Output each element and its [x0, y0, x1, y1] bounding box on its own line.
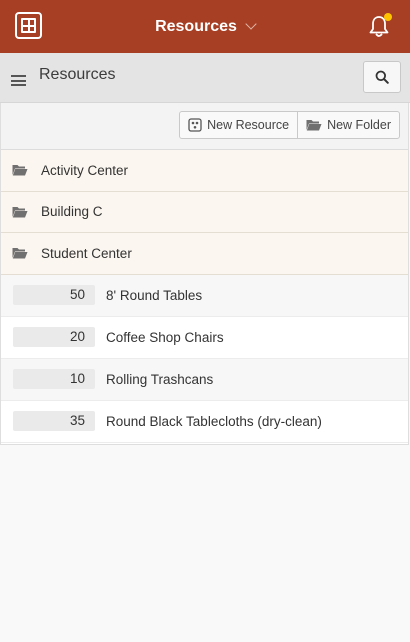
folder-label: Activity Center: [41, 162, 129, 178]
header-title: Resources: [155, 17, 237, 35]
grid-icon: [21, 18, 36, 33]
section-switcher[interactable]: Resources: [155, 17, 257, 36]
folder-row[interactable]: Student Center: [1, 233, 408, 275]
resource-quantity: 20: [13, 327, 95, 347]
folder-row[interactable]: Activity Center: [1, 150, 408, 192]
toolbar: New Resource New Folder: [1, 103, 408, 150]
folder-open-icon: [12, 165, 28, 176]
resource-row[interactable]: 10 Rolling Trashcans: [1, 358, 408, 401]
search-button[interactable]: [363, 61, 401, 93]
new-folder-button[interactable]: New Folder: [297, 112, 399, 138]
app-header: Resources: [0, 0, 410, 53]
resource-name: 8' Round Tables: [106, 287, 203, 303]
folder-label: Building C: [41, 204, 103, 220]
resource-name: Coffee Shop Chairs: [106, 329, 224, 345]
resource-row[interactable]: 50 8' Round Tables: [1, 274, 408, 317]
folder-label: Student Center: [41, 245, 132, 261]
page-title: Resources: [39, 66, 116, 83]
resource-row[interactable]: 20 Coffee Shop Chairs: [1, 316, 408, 359]
page-header: Resources: [0, 53, 410, 103]
folder-open-icon: [12, 206, 28, 218]
resource-row[interactable]: 35 Round Black Tablecloths (dry-clean): [1, 400, 408, 443]
resource-quantity: 50: [13, 285, 95, 305]
hamburger-icon[interactable]: [11, 75, 26, 86]
folder-row[interactable]: Building C: [1, 191, 408, 233]
chevron-down-icon: [245, 18, 257, 30]
folder-open-icon: [12, 248, 28, 259]
new-resource-button[interactable]: New Resource: [180, 112, 297, 138]
new-folder-label: New Folder: [327, 118, 391, 132]
resource-quantity: 10: [13, 369, 95, 389]
resource-name: Rolling Trashcans: [106, 371, 214, 387]
resource-icon: [188, 118, 202, 132]
search-icon: [375, 70, 389, 84]
resource-quantity: 35: [13, 411, 95, 431]
resources-panel: New Resource New Folder Activity Center …: [0, 103, 409, 445]
notification-badge: [384, 13, 392, 21]
app-menu-button[interactable]: [15, 12, 42, 39]
notifications-button[interactable]: [368, 13, 392, 38]
folder-open-icon: [306, 120, 322, 131]
new-resource-label: New Resource: [207, 118, 290, 132]
action-button-group: New Resource New Folder: [179, 111, 400, 139]
resource-name: Round Black Tablecloths (dry-clean): [106, 413, 322, 429]
